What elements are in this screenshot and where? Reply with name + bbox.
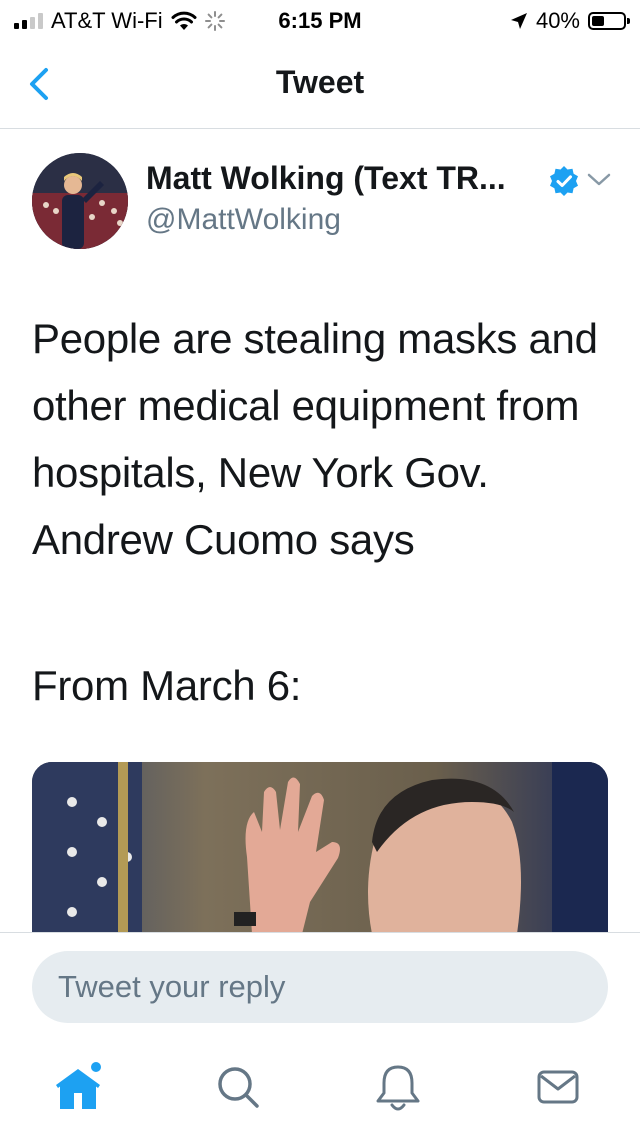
verified-badge-icon [550,166,578,196]
navigation-bar: Tweet [0,40,640,129]
notifications-icon[interactable] [368,1057,428,1117]
battery-icon [588,12,630,30]
search-icon[interactable] [208,1057,268,1117]
author-handle[interactable]: @MattWolking [146,203,341,237]
tweet-media-image[interactable] [32,762,608,934]
avatar[interactable] [32,153,128,249]
reply-input[interactable] [32,951,608,1023]
tweet-text: People are stealing masks and other medi… [32,315,598,563]
home-icon[interactable] [48,1057,108,1117]
location-arrow-icon [510,13,527,29]
author-name-row: Matt Wolking (Text TR... [146,160,506,197]
chevron-down-icon[interactable] [586,169,612,191]
status-right: 40% [510,8,630,34]
media-photo [32,762,608,934]
messages-icon[interactable] [528,1057,588,1117]
status-bar: AT&T Wi-Fi 6:15 PM 40% [0,0,640,40]
tab-bar [0,1043,640,1137]
battery-percent: 40% [535,8,580,33]
author-name[interactable]: Matt Wolking (Text TR... [146,160,506,197]
tweet-text-secondary: From March 6: [32,662,302,709]
page-title: Tweet [275,64,365,100]
avatar-image [32,153,128,249]
reply-area [0,932,640,1137]
